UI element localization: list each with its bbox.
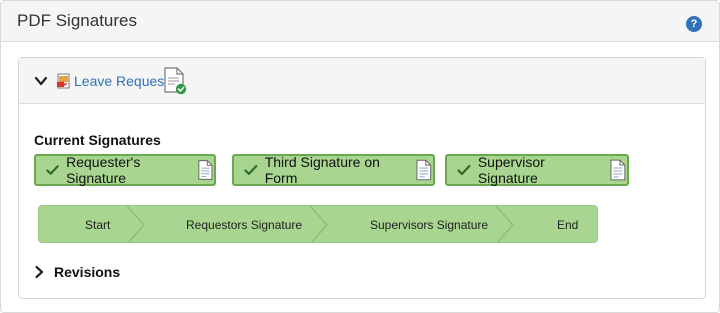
signature-label: Third Signature on Form <box>264 154 380 186</box>
revisions-label: Revisions <box>54 264 121 280</box>
workflow-step-requestors: Requestors Signature <box>186 218 303 232</box>
form-document-icon <box>416 159 432 181</box>
step-separator <box>310 206 329 242</box>
check-icon <box>457 164 471 176</box>
step-separator <box>496 206 515 242</box>
workflow-progress: Start Requestors Signature Supervisors S… <box>38 205 598 243</box>
document-link[interactable]: Leave Request <box>56 72 168 90</box>
chevron-down-icon[interactable] <box>34 74 48 88</box>
document-panel-header: Leave Request <box>19 58 705 104</box>
signature-supervisor-button[interactable]: Supervisor Signature <box>445 154 629 186</box>
form-document-icon <box>198 160 213 180</box>
signature-third-button[interactable]: Third Signature on Form <box>232 154 435 186</box>
step-separator <box>127 206 146 242</box>
signature-label: Requester's Signature <box>66 154 141 186</box>
signature-requester-button[interactable]: Requester's Signature <box>34 154 216 186</box>
revisions-toggle[interactable]: Revisions <box>34 262 120 282</box>
form-document-icon <box>610 159 626 181</box>
signed-document-icon <box>164 67 187 95</box>
current-signatures-title: Current Signatures <box>34 132 161 148</box>
chevron-right-icon <box>35 265 44 279</box>
question-circle-icon[interactable]: ? <box>686 16 702 32</box>
pdf-signatures-card: PDF Signatures ? Leave Request Current S… <box>0 0 720 313</box>
check-icon <box>46 165 59 175</box>
check-icon <box>244 165 258 175</box>
page-title: PDF Signatures <box>17 11 137 30</box>
document-panel: Leave Request Current Signatures Request… <box>18 57 706 299</box>
workflow-step-supervisors: Supervisors Signature <box>370 218 489 232</box>
workflow-step-start: Start <box>85 218 111 232</box>
page-header: PDF Signatures ? <box>1 1 719 42</box>
workflow-step-end: End <box>557 218 579 232</box>
pdf-file-icon <box>57 73 70 89</box>
signature-label: Supervisor Signature <box>477 154 545 186</box>
document-name: Leave Request <box>74 73 169 89</box>
